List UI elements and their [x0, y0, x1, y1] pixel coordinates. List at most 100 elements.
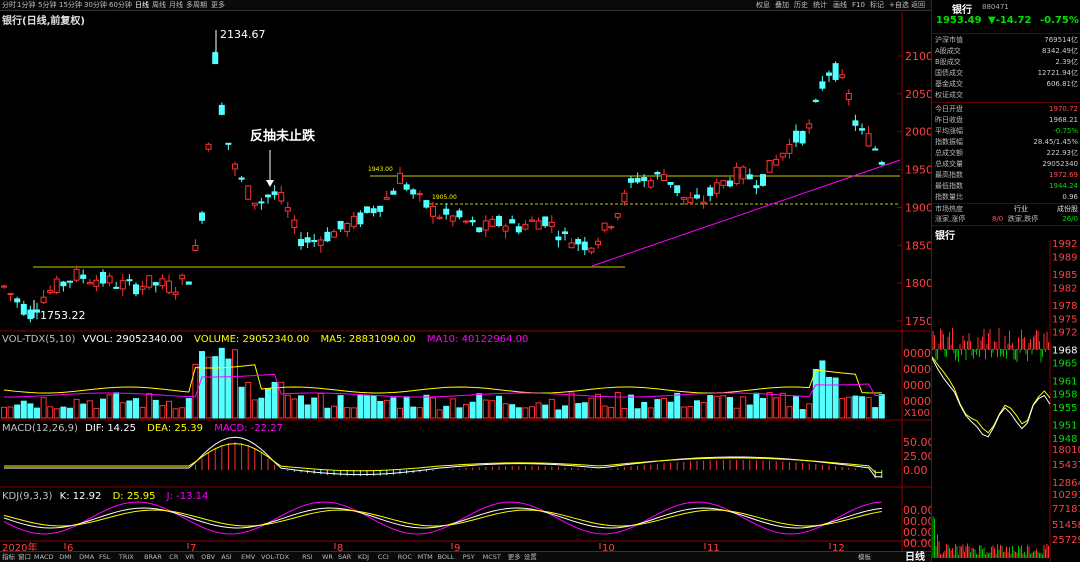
candle-down [832, 63, 839, 80]
volume-bar [878, 394, 885, 419]
volume-bar [839, 397, 846, 419]
vol-ma5: MA5: 28831090.00 [320, 334, 415, 345]
indicator-tab-20[interactable]: MTM [418, 552, 433, 562]
candle-up [284, 207, 291, 212]
volume-bar [47, 406, 54, 419]
volume-bar [265, 388, 271, 419]
indicator-tab-23[interactable]: MCST [483, 552, 501, 562]
indicator-tab-5[interactable]: FSL [99, 552, 110, 562]
intraday-mini-chart[interactable]: 1992 1989 1985 1982 1978 1975 1972 1968 1965 1961… [932, 240, 1080, 562]
summary-label: 权证成交 [935, 91, 963, 99]
candle-up [806, 123, 813, 129]
volume-bar [317, 392, 324, 419]
candle-down [298, 239, 304, 247]
volume-bar [291, 398, 298, 419]
indicator-tab-3[interactable]: DMI [59, 552, 72, 562]
volume-bar [232, 349, 238, 419]
indicator-tab-9[interactable]: VR [185, 552, 194, 562]
indicator-tab-11[interactable]: ASI [221, 552, 232, 562]
candle-up [713, 182, 720, 194]
volume-bar [185, 398, 192, 419]
candle-up [601, 222, 608, 231]
chart-canvas[interactable]: 2100 2050 2000 1950 1900 1850 1800 1750 2020年 6 7 8… [0, 0, 931, 551]
candle-up [740, 166, 747, 180]
vol-ma10-line [3, 373, 882, 398]
indicator-tab-1[interactable]: 窗口 [18, 552, 31, 562]
mini-vol-tick: 18010 [1052, 445, 1080, 456]
indicator-tab-21[interactable]: BOLL [438, 552, 455, 562]
indicator-tab-18[interactable]: CCI [378, 552, 389, 562]
volume-bar [152, 399, 159, 419]
candle-up [317, 239, 324, 246]
template-button[interactable]: 模板 [858, 552, 871, 562]
index-price: 1953.49 [936, 15, 982, 26]
candle-up [139, 285, 146, 290]
candle-down [370, 208, 377, 214]
volume-bar [449, 398, 456, 419]
indicator-tab-16[interactable]: SAR [338, 552, 351, 562]
indicator-tab-25[interactable]: 设置 [524, 552, 537, 562]
volume-bar [760, 398, 766, 419]
stat-label: 昨日收盘 [935, 116, 963, 124]
volume-bar [67, 407, 73, 419]
indicator-tab-14[interactable]: RSI [302, 552, 313, 562]
candle-up [700, 201, 707, 205]
indicator-tab-19[interactable]: ROC [398, 552, 412, 562]
volume-bar [364, 394, 370, 419]
stat-value: 1972.69 [1049, 171, 1078, 179]
kdj-header: KDJ(9,3,3) K: 12.92 D: 25.95 J: -13.14 [2, 491, 208, 502]
indicator-tab-22[interactable]: PSY [463, 552, 475, 562]
candle-up [614, 213, 621, 218]
summary-row: 权证成交 [932, 90, 1080, 101]
volume-bar [826, 376, 832, 419]
volume-bar [502, 403, 509, 419]
candle-up [535, 220, 542, 230]
mini-vol-tick: 12864 [1052, 478, 1080, 489]
vol-title: VOL-TDX(5,10) [2, 334, 75, 345]
volume-bar [370, 395, 377, 419]
indicator-tab-12[interactable]: EMV [241, 552, 255, 562]
indicator-tab-10[interactable]: OBV [201, 552, 215, 562]
volume-bar [588, 397, 595, 419]
volume-bar [218, 347, 225, 419]
summary-label: B股成交 [935, 58, 961, 66]
candle-up [773, 158, 780, 166]
indicator-tab-15[interactable]: WR [322, 552, 333, 562]
mini-vol-tick: 51458 [1052, 520, 1080, 531]
summary-value: 2.39亿 [1055, 58, 1078, 66]
candle-up [463, 220, 469, 223]
hline-label-1943: 1943.00 [368, 166, 393, 173]
candle-down [641, 177, 648, 182]
candle-up [146, 275, 153, 288]
candle-down [100, 272, 106, 284]
stat-label: 最低指数 [935, 182, 963, 190]
candle-up [53, 278, 60, 294]
indicator-tab-2[interactable]: MACD [34, 552, 53, 562]
price-tick: 1800 [905, 277, 931, 290]
indicator-tab-17[interactable]: KDJ [358, 552, 369, 562]
candle-down [258, 201, 265, 204]
indicator-tab-6[interactable]: TRIX [119, 552, 134, 562]
stat-label: 最高指数 [935, 171, 963, 179]
indicator-tab-24[interactable]: 更多 [508, 552, 521, 562]
stat-row: 指数振幅 28.45/1.45% [932, 137, 1080, 148]
candle-down [872, 148, 879, 151]
indicator-tab-8[interactable]: CR [169, 552, 178, 562]
volume-bar [166, 400, 172, 419]
indicator-tab-0[interactable]: 指标 [2, 552, 15, 562]
indicator-tab-7[interactable]: BRAR [144, 552, 162, 562]
candle-up [680, 196, 687, 200]
volume-bar [859, 396, 865, 419]
candle-down [793, 130, 799, 143]
summary-label: A股成交 [935, 47, 961, 55]
candle-up [47, 289, 54, 294]
mini-price-tick: 1958 [1052, 390, 1077, 401]
candle-down [753, 185, 760, 189]
candle-down [826, 72, 832, 76]
volume-bar [535, 402, 542, 419]
indicator-tab-4[interactable]: DMA [79, 552, 94, 562]
indicator-tab-13[interactable]: VOL-TDX [261, 552, 289, 562]
candle-down [185, 281, 192, 285]
summary-row: 国债成交 12721.94亿 [932, 68, 1080, 79]
mini-price-tick: 1992 [1052, 240, 1077, 250]
